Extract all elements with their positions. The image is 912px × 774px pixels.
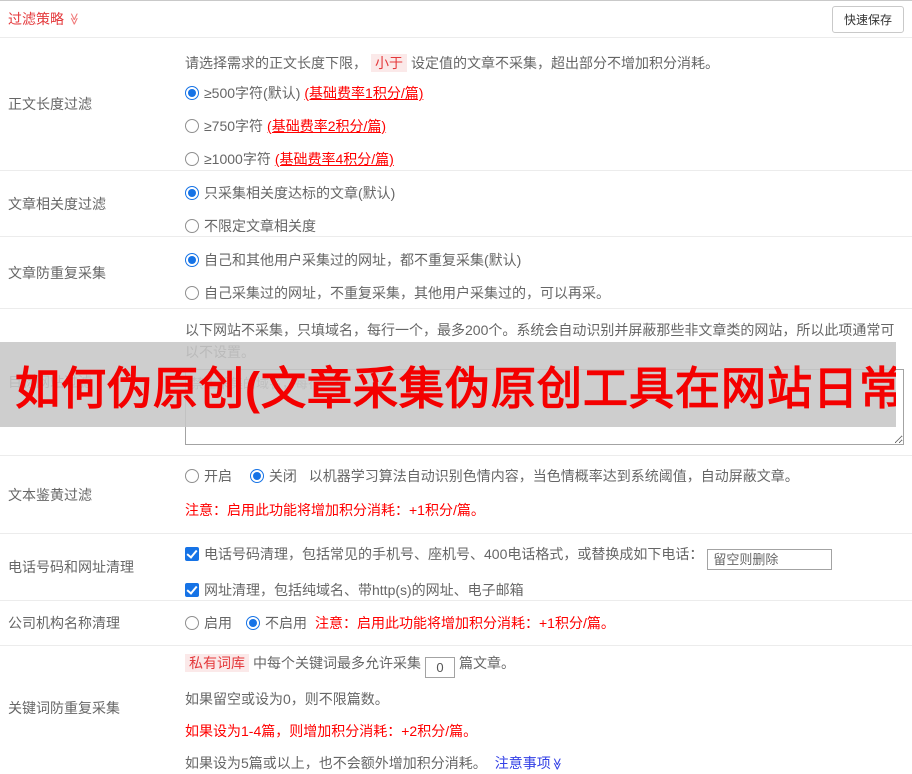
section-content: 开启 关闭 以机器学习算法自动识别色情内容，当色情概率达到系统阈值，自动屏蔽文章… (185, 456, 912, 533)
radio-icon[interactable] (185, 616, 199, 630)
section-content: 电话号码清理，包括常见的手机号、座机号、400电话格式，或替换成如下电话： 网址… (185, 534, 912, 600)
checkbox-checked-icon[interactable] (185, 583, 199, 597)
radio-option-500[interactable]: ≥500字符(默认) (基础费率1积分/篇) (185, 83, 904, 104)
section-content: 请选择需求的正文长度下限， 小于 设定值的文章不采集，超出部分不增加积分消耗。 ≥5… (185, 38, 912, 170)
porn-filter-desc: 以机器学习算法自动识别色情内容，当色情概率达到系统阈值，自动屏蔽文章。 (308, 468, 799, 484)
radio-icon[interactable] (185, 286, 199, 300)
radio-checked-icon[interactable] (185, 86, 199, 100)
section-content: 私有词库中每个关键词最多允许采集 篇文章。 如果留空或设为0，则不限篇数。 如果设… (185, 646, 912, 771)
option-label[interactable]: 只采集相关度达标的文章(默认) (204, 185, 395, 201)
checkbox-label[interactable]: 电话号码清理，包括常见的手机号、座机号、400电话格式，或替换成如下电话： (204, 546, 703, 562)
option-label[interactable]: ≥750字符 (204, 118, 263, 134)
option-label[interactable]: ≥1000字符 (204, 151, 271, 167)
section-content-length: 正文长度过滤 请选择需求的正文长度下限， 小于 设定值的文章不采集，超出部分不增加积… (0, 38, 912, 171)
radio-option-750[interactable]: ≥750字符 (基础费率2积分/篇) (185, 116, 904, 137)
radio-option-dedup-own[interactable]: 自己采集过的网址，不重复采集，其他用户采集过的，可以再采。 (185, 283, 904, 304)
option-label[interactable]: 不启用 (265, 615, 307, 631)
option-label[interactable]: 自己采集过的网址，不重复采集，其他用户采集过的，可以再采。 (204, 285, 610, 301)
section-relevance: 文章相关度过滤 只采集相关度达标的文章(默认) 不限定文章相关度 (0, 171, 912, 237)
keyword-limit-text: 中每个关键词最多允许采集 (253, 655, 421, 671)
radio-option-porn-on[interactable]: 开启 (185, 468, 232, 484)
option-label[interactable]: 启用 (204, 615, 232, 631)
radio-icon[interactable] (185, 219, 199, 233)
keyword-limit-suffix: 篇文章。 (459, 655, 515, 671)
porn-filter-note: 注意：启用此功能将增加积分消耗：+1积分/篇。 (185, 502, 485, 518)
notice-link-label[interactable]: 注意事项 (495, 755, 551, 771)
checkbox-label[interactable]: 网址清理，包括纯域名、带http(s)的网址、电子邮箱 (204, 582, 524, 598)
chevron-down-icon: ≫ (550, 757, 565, 771)
page-header: 过滤策略 ≫ 快速保存 (0, 1, 912, 38)
section-keyword-dedup: 关键词防重复采集 私有词库中每个关键词最多允许采集 篇文章。 如果留空或设为0，则… (0, 646, 912, 771)
section-company-clean: 公司机构名称清理 启用 不启用 注意：启用此功能将增加积分消耗：+1积分/篇。 (0, 601, 912, 646)
radio-option-relevance-strict[interactable]: 只采集相关度达标的文章(默认) (185, 183, 904, 204)
filter-strategy-page: 过滤策略 ≫ 快速保存 正文长度过滤 请选择需求的正文长度下限， 小于 设定值的文章… (0, 0, 912, 771)
option-fee: (基础费率2积分/篇) (267, 118, 387, 134)
intro-prefix: 请选择需求的正文长度下限， (185, 55, 367, 71)
section-label: 关键词防重复采集 (8, 699, 120, 716)
keyword-note-fee: 如果设为1-4篇，则增加积分消耗：+2积分/篇。 (185, 723, 478, 739)
phone-clean-item[interactable]: 电话号码清理，包括常见的手机号、座机号、400电话格式，或替换成如下电话： (185, 542, 904, 570)
radio-option-company-on[interactable]: 启用 (185, 613, 232, 633)
option-label[interactable]: 关闭 (269, 468, 297, 484)
radio-checked-icon[interactable] (249, 469, 264, 483)
company-clean-note: 注意：启用此功能将增加积分消耗：+1积分/篇。 (315, 615, 615, 631)
radio-checked-icon[interactable] (185, 253, 199, 267)
notice-link[interactable]: 注意事项≫ (495, 755, 564, 771)
section-label: 电话号码和网址清理 (8, 559, 134, 575)
porn-filter-options: 开启 关闭 以机器学习算法自动识别色情内容，当色情概率达到系统阈值，自动屏蔽文章… (185, 466, 904, 487)
section-label: 文章相关度过滤 (8, 195, 106, 212)
chevron-down-icon: ≫ (67, 12, 82, 26)
section-phone-url-clean: 电话号码和网址清理 电话号码清理，包括常见的手机号、座机号、400电话格式，或替… (0, 534, 912, 601)
watermark-overlay: 如何伪原创(文章采集伪原创工具在网站日常文 (0, 342, 896, 427)
option-label[interactable]: ≥500字符(默认) (204, 85, 300, 101)
section-label: 正文长度过滤 (8, 96, 92, 112)
keyword-note-zero: 如果留空或设为0，则不限篇数。 (185, 691, 389, 707)
section-content: 只采集相关度达标的文章(默认) 不限定文章相关度 (185, 171, 912, 236)
radio-icon[interactable] (185, 152, 199, 166)
section-dedup: 文章防重复采集 自己和其他用户采集过的网址，都不重复采集(默认) 自己采集过的网… (0, 237, 912, 309)
radio-option-relevance-any[interactable]: 不限定文章相关度 (185, 216, 904, 237)
radio-option-porn-off[interactable]: 关闭 (249, 468, 297, 484)
private-lexicon-highlight: 私有词库 (185, 654, 249, 672)
section-content: 自己和其他用户采集过的网址，都不重复采集(默认) 自己采集过的网址，不重复采集，… (185, 237, 912, 308)
section-porn-filter: 文本鉴黄过滤 开启 关闭 以机器学习算法自动识别色情内容，当色情概率达到系统阈值… (0, 456, 912, 534)
radio-icon[interactable] (185, 469, 199, 483)
option-label[interactable]: 自己和其他用户采集过的网址，都不重复采集(默认) (204, 252, 521, 268)
section-label: 文章防重复采集 (8, 264, 106, 281)
keyword-note-five: 如果设为5篇或以上，也不会额外增加积分消耗。 注意事项≫ (185, 752, 904, 774)
option-label[interactable]: 开启 (204, 468, 232, 484)
checkbox-checked-icon[interactable] (185, 547, 199, 561)
section-label: 文本鉴黄过滤 (8, 486, 92, 503)
option-label[interactable]: 不限定文章相关度 (204, 218, 316, 234)
radio-option-company-off[interactable]: 不启用 (246, 613, 307, 633)
section-content: 启用 不启用 注意：启用此功能将增加积分消耗：+1积分/篇。 (185, 601, 912, 645)
radio-checked-icon[interactable] (246, 616, 260, 630)
section-label: 公司机构名称清理 (8, 615, 120, 631)
radio-checked-icon[interactable] (185, 186, 199, 200)
intro-suffix: 设定值的文章不采集，超出部分不增加积分消耗。 (411, 55, 719, 71)
radio-icon[interactable] (185, 119, 199, 133)
option-fee: (基础费率4积分/篇) (274, 151, 394, 167)
radio-option-dedup-all[interactable]: 自己和其他用户采集过的网址，都不重复采集(默认) (185, 250, 904, 271)
keyword-limit-input[interactable] (425, 657, 455, 678)
watermark-text: 如何伪原创(文章采集伪原创工具在网站日常文 (15, 363, 896, 414)
keyword-limit-line: 私有词库中每个关键词最多允许采集 篇文章。 (185, 652, 904, 678)
filter-strategy-toggle[interactable]: 过滤策略 ≫ (8, 9, 81, 29)
quick-save-button[interactable]: 快速保存 (831, 5, 904, 33)
url-clean-item[interactable]: 网址清理，包括纯域名、带http(s)的网址、电子邮箱 (185, 578, 904, 602)
option-fee: (基础费率1积分/篇) (304, 85, 424, 101)
page-title: 过滤策略 (8, 11, 64, 27)
radio-option-1000[interactable]: ≥1000字符 (基础费率4积分/篇) (185, 149, 904, 170)
content-length-intro: 请选择需求的正文长度下限， 小于 设定值的文章不采集，超出部分不增加积分消耗。 (185, 53, 904, 74)
keyword-note-five-text: 如果设为5篇或以上，也不会额外增加积分消耗。 (185, 755, 487, 771)
replacement-phone-input[interactable] (707, 549, 833, 570)
intro-highlight: 小于 (371, 54, 407, 72)
